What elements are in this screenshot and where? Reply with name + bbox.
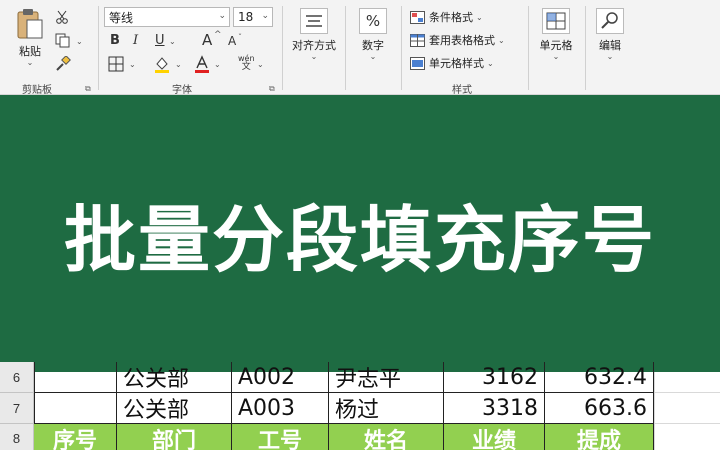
chevron-down-icon: ⌄: [606, 52, 614, 61]
table-cell[interactable]: 公关部: [117, 393, 232, 424]
table-header-cell[interactable]: 业绩: [444, 424, 545, 450]
cell-styles-label: 单元格样式: [429, 57, 484, 70]
percent-icon: %: [359, 8, 387, 34]
banner-title: 批量分段填充序号: [63, 198, 656, 282]
chevron-down-icon[interactable]: ⌄: [169, 37, 176, 46]
table-cell[interactable]: 杨过: [329, 393, 444, 424]
chevron-down-icon: ⌄: [476, 12, 483, 22]
row-header[interactable]: 7: [0, 393, 34, 424]
shrink-font-button[interactable]: A: [228, 34, 236, 48]
table-cell[interactable]: 3318: [444, 393, 545, 424]
gridline: [654, 372, 655, 450]
font-color-icon[interactable]: [193, 55, 211, 73]
chevron-down-icon[interactable]: ⌄: [129, 60, 136, 69]
grow-font-caret-icon: ^: [214, 30, 222, 40]
table-header-cell[interactable]: 姓名: [329, 424, 444, 450]
table-cell[interactable]: 尹志平: [329, 362, 444, 393]
cell-styles-button[interactable]: 单元格样式 ⌄: [410, 55, 494, 71]
cells-label: 单元格: [539, 39, 573, 52]
group-divider: [282, 6, 283, 90]
chevron-down-icon: ⌄: [552, 52, 560, 61]
row-header[interactable]: 6: [0, 362, 34, 393]
font-group-label: 字体: [172, 85, 192, 96]
table-cell[interactable]: 632.4: [545, 362, 654, 393]
italic-button[interactable]: I: [133, 33, 138, 48]
table-cell[interactable]: A002: [232, 362, 329, 393]
paste-button[interactable]: 粘贴 ⌄: [12, 8, 48, 67]
cell-styles-icon: [410, 56, 425, 70]
chevron-down-icon[interactable]: ⌄: [257, 60, 264, 69]
table-cell[interactable]: 公关部: [117, 362, 232, 393]
conditional-format-button[interactable]: 条件格式 ⌄: [410, 9, 483, 25]
paint-bucket-icon[interactable]: [153, 55, 171, 73]
group-divider: [401, 6, 402, 90]
format-as-table-label: 套用表格格式: [429, 34, 495, 47]
table-header-cell[interactable]: 部门: [117, 424, 232, 450]
table-header-cell[interactable]: 工号: [232, 424, 329, 450]
paste-label: 粘贴: [19, 45, 41, 58]
chevron-down-icon: ⌄: [310, 52, 318, 61]
chevron-down-icon: ⌄: [487, 58, 494, 68]
dialog-launcher-icon[interactable]: ⧉: [85, 84, 91, 94]
bold-button[interactable]: B: [110, 33, 120, 48]
ribbon: 粘贴 ⌄ ⌄ 剪贴板 ⧉ 等线 ⌄ 18 ⌄ B I U ⌄ A ^ A ˇ ⌄…: [0, 0, 720, 96]
chevron-down-icon: ⌄: [498, 35, 505, 45]
clipboard-group-label: 剪贴板: [22, 85, 52, 96]
chevron-down-icon[interactable]: ⌄: [27, 59, 34, 67]
paintbrush-icon[interactable]: [55, 56, 71, 72]
conditional-format-icon: [410, 10, 425, 24]
magnifier-icon: [596, 8, 624, 34]
group-divider: [98, 6, 99, 90]
format-as-table-button[interactable]: 套用表格格式 ⌄: [410, 32, 505, 48]
gridline: [654, 392, 720, 393]
chevron-down-icon[interactable]: ⌄: [76, 37, 83, 46]
table-cell[interactable]: 3162: [444, 362, 545, 393]
spreadsheet-grid: 6 公关部 A002 尹志平 3162 632.4 7 公关部 A003 杨过 3318 663.6 8…: [0, 362, 720, 450]
gridline: [654, 423, 720, 424]
chevron-down-icon: ⌄: [369, 52, 377, 61]
group-divider: [345, 6, 346, 90]
styles-group-label: 样式: [452, 85, 472, 96]
shrink-font-caret-icon: ˇ: [238, 33, 242, 42]
row-header[interactable]: 8: [0, 424, 34, 450]
number-format-button[interactable]: % 数字 ⌄: [354, 8, 392, 61]
percent-symbol: %: [365, 12, 381, 30]
table-cell[interactable]: A003: [232, 393, 329, 424]
border-grid-icon[interactable]: [108, 56, 124, 72]
table-cell[interactable]: [34, 362, 117, 393]
table-cell[interactable]: 663.6: [545, 393, 654, 424]
phonetic-bottom-text: 文: [241, 62, 251, 72]
clipboard-paste-icon: [17, 9, 43, 39]
editing-button[interactable]: 编辑 ⌄: [592, 8, 628, 61]
grow-font-button[interactable]: A: [202, 31, 212, 49]
number-label: 数字: [362, 39, 384, 52]
table-header-cell[interactable]: 序号: [34, 424, 117, 450]
chevron-down-icon[interactable]: ⌄: [175, 60, 182, 69]
scissors-icon[interactable]: [55, 10, 69, 24]
title-banner: 批量分段填充序号: [0, 95, 720, 372]
editing-label: 编辑: [599, 39, 621, 52]
chevron-down-icon[interactable]: ⌄: [214, 60, 221, 69]
conditional-format-label: 条件格式: [429, 11, 473, 24]
alignment-button[interactable]: 对齐方式 ⌄: [287, 8, 341, 61]
chevron-down-icon: ⌄: [218, 11, 226, 21]
group-divider: [528, 6, 529, 90]
align-lines-icon: [300, 8, 328, 34]
dialog-launcher-icon[interactable]: ⧉: [269, 84, 275, 94]
alignment-label: 对齐方式: [292, 39, 336, 52]
phonetic-guide-button[interactable]: wén 文: [238, 54, 255, 72]
font-size-combo[interactable]: 18 ⌄: [233, 7, 273, 27]
font-name-combo[interactable]: 等线 ⌄: [104, 7, 230, 27]
copy-icon[interactable]: [55, 33, 71, 48]
font-name-value: 等线: [109, 10, 134, 25]
table-cells-icon: [542, 8, 570, 34]
format-table-icon: [410, 33, 425, 47]
chevron-down-icon: ⌄: [261, 11, 269, 21]
group-divider: [585, 6, 586, 90]
table-header-cell[interactable]: 提成: [545, 424, 654, 450]
underline-button[interactable]: U: [155, 33, 165, 48]
table-cell[interactable]: [34, 393, 117, 424]
font-size-value: 18: [238, 10, 254, 24]
cells-button[interactable]: 单元格 ⌄: [534, 8, 578, 61]
